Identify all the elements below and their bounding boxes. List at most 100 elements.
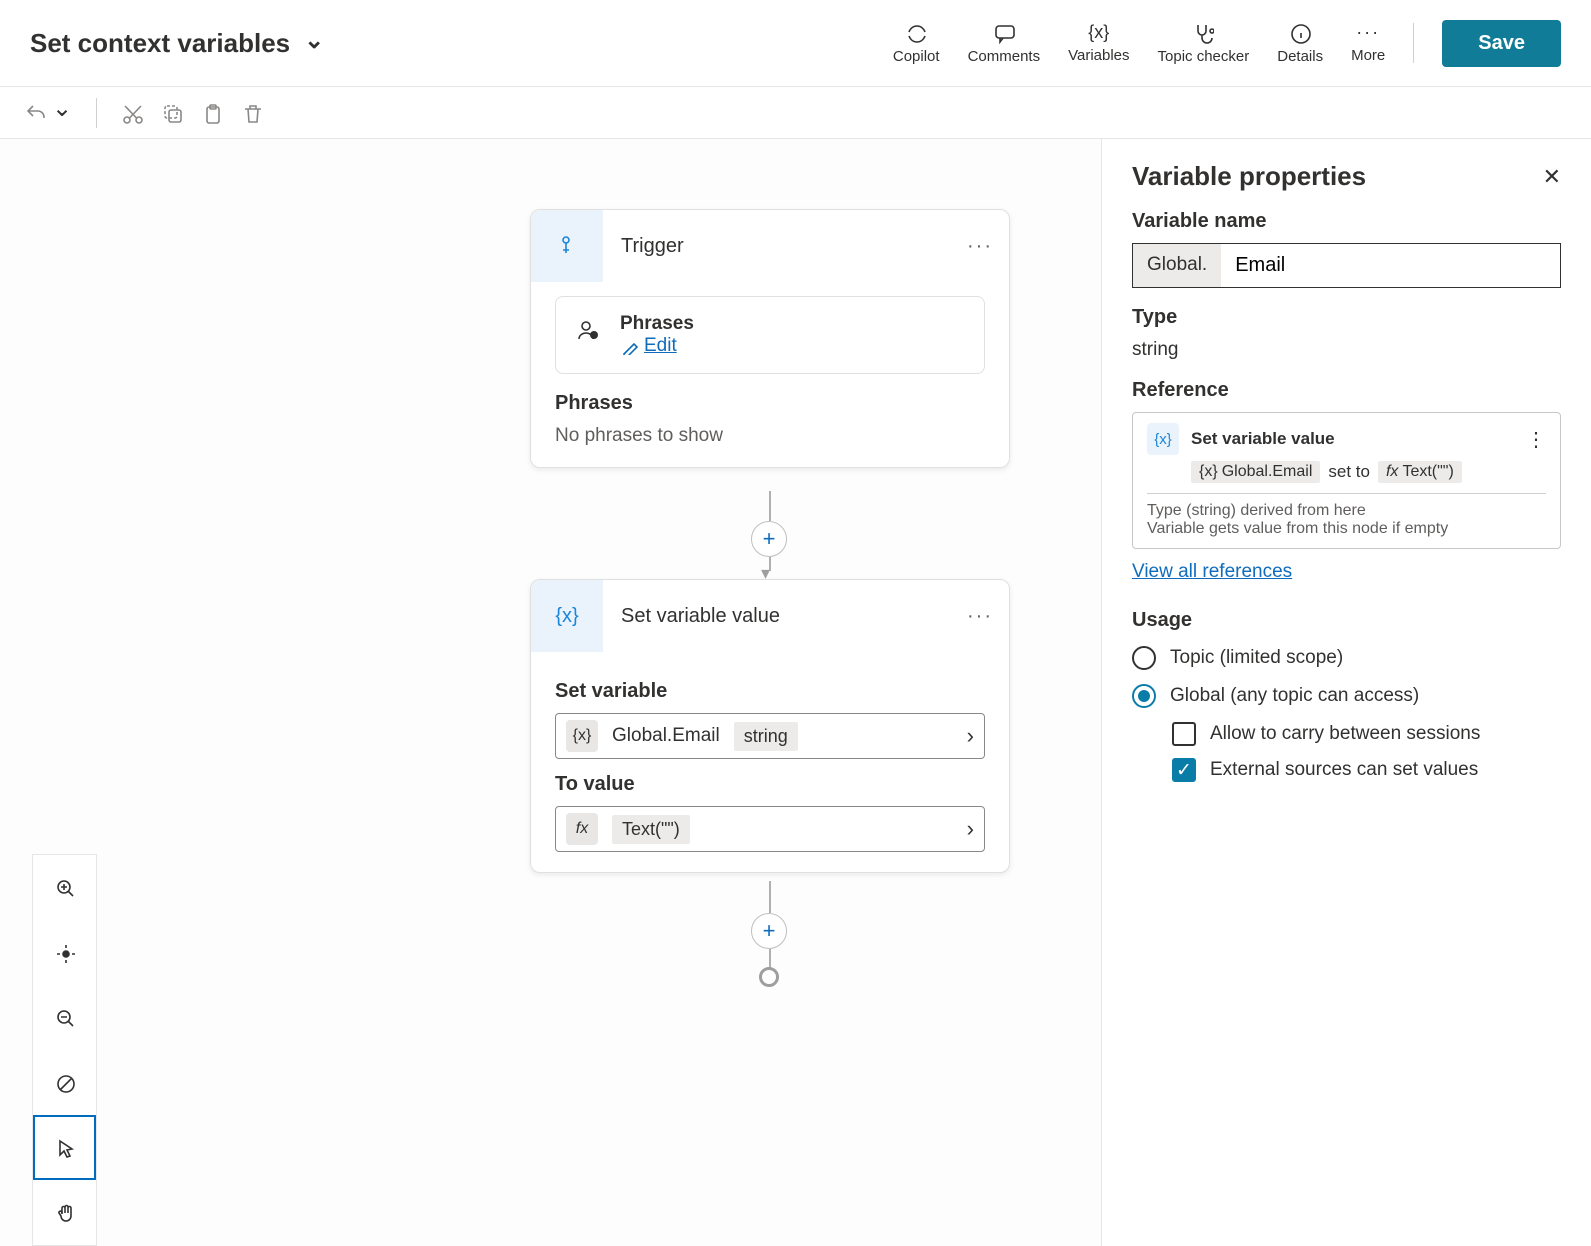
- page-title-group[interactable]: Set context variables: [30, 28, 324, 59]
- phrases-empty: No phrases to show: [555, 425, 985, 447]
- trigger-more-icon[interactable]: ···: [967, 235, 993, 258]
- variable-picker[interactable]: {x} Global.Email string ›: [555, 713, 985, 759]
- save-button[interactable]: Save: [1442, 20, 1561, 67]
- checkbox-unchecked-icon: [1172, 722, 1196, 746]
- radio-unchecked-icon: [1132, 646, 1156, 670]
- comment-icon: [993, 22, 1015, 44]
- ref-title: Set variable value: [1191, 429, 1335, 449]
- add-node-button[interactable]: +: [751, 913, 787, 949]
- phrases-card: Phrases Edit: [555, 296, 985, 374]
- to-value-label: To value: [555, 773, 985, 796]
- type-value: string: [1132, 339, 1561, 361]
- header-toolbar: Copilot Comments {x} Variables Topic che…: [893, 20, 1561, 67]
- setvar-more-icon[interactable]: ···: [967, 605, 993, 628]
- ref-foot-1: Type (string) derived from here: [1147, 502, 1546, 520]
- chevron-down-icon[interactable]: [304, 28, 324, 59]
- ref-footer: Type (string) derived from here Variable…: [1147, 493, 1546, 538]
- variable-icon: {x}: [531, 580, 603, 652]
- delete-icon[interactable]: [241, 102, 263, 124]
- pencil-icon: [620, 337, 638, 355]
- panel-title: Variable properties: [1132, 161, 1366, 192]
- ref-setto: set to: [1328, 462, 1370, 482]
- topic-checker-label: Topic checker: [1158, 48, 1250, 65]
- ref-more-icon[interactable]: ⋮: [1526, 427, 1546, 452]
- usage-topic-radio[interactable]: Topic (limited scope): [1132, 646, 1561, 670]
- cut-icon[interactable]: [121, 102, 143, 124]
- variables-icon: {x}: [1088, 22, 1109, 43]
- usage-global-label: Global (any topic can access): [1170, 685, 1419, 707]
- reference-label: Reference: [1132, 379, 1561, 402]
- close-panel-button[interactable]: ✕: [1543, 164, 1561, 190]
- main-layout: Trigger ··· Phrases Edit Phr: [0, 139, 1591, 1246]
- variable-icon: {x}: [566, 720, 598, 752]
- comments-button[interactable]: Comments: [968, 22, 1041, 65]
- usage-global-radio[interactable]: Global (any topic can access): [1132, 684, 1561, 708]
- copilot-button[interactable]: Copilot: [893, 22, 940, 65]
- canvas[interactable]: Trigger ··· Phrases Edit Phr: [0, 139, 1101, 1246]
- hand-icon: [54, 1202, 76, 1224]
- trigger-title: Trigger: [621, 235, 949, 258]
- add-node-button[interactable]: +: [751, 521, 787, 557]
- type-label: Type: [1132, 306, 1561, 329]
- zoom-out-button[interactable]: [33, 985, 96, 1050]
- details-label: Details: [1277, 48, 1323, 65]
- stethoscope-icon: [1192, 22, 1214, 44]
- chevron-down-icon[interactable]: [52, 98, 72, 127]
- trigger-body: Phrases Edit Phrases No phrases to show: [531, 282, 1009, 467]
- variable-name-label: Variable name: [1132, 210, 1561, 233]
- more-icon: ···: [1356, 22, 1380, 43]
- external-sources-label: External sources can set values: [1210, 759, 1478, 781]
- edit-label: Edit: [644, 335, 677, 357]
- reference-card[interactable]: {x} Set variable value ⋮ {x}Global.Email…: [1132, 412, 1561, 549]
- zoom-in-button[interactable]: [33, 855, 96, 920]
- copy-icon[interactable]: [161, 102, 183, 124]
- chevron-right-icon[interactable]: ›: [967, 816, 974, 842]
- ref-line: {x}Global.Email set to fxText(""): [1191, 461, 1546, 483]
- details-button[interactable]: Details: [1277, 22, 1323, 65]
- pan-tool-button[interactable]: [33, 1180, 96, 1245]
- variable-icon: {x}: [1147, 423, 1179, 455]
- connector: [769, 491, 771, 521]
- chevron-right-icon[interactable]: ›: [967, 723, 974, 749]
- zoom-in-icon: [54, 877, 76, 899]
- usage-topic-label: Topic (limited scope): [1170, 647, 1343, 669]
- variable-type-tag: string: [734, 722, 798, 751]
- cursor-icon: [54, 1137, 76, 1159]
- target-icon: [54, 942, 76, 964]
- person-icon: [576, 319, 602, 352]
- edit-toolbar: [0, 87, 1591, 139]
- fit-view-button[interactable]: [33, 920, 96, 985]
- comments-label: Comments: [968, 48, 1041, 65]
- external-sources-checkbox[interactable]: ✓ External sources can set values: [1172, 758, 1561, 782]
- paste-icon[interactable]: [201, 102, 223, 124]
- edit-phrases-link[interactable]: Edit: [620, 335, 694, 357]
- zoom-toolbar: [32, 854, 97, 1246]
- checkbox-checked-icon: ✓: [1172, 758, 1196, 782]
- more-button[interactable]: ··· More: [1351, 22, 1385, 64]
- name-field[interactable]: [1221, 244, 1560, 287]
- variable-name-input[interactable]: Global.: [1132, 243, 1561, 288]
- ref-expr-chip: fxText(""): [1378, 461, 1462, 483]
- trigger-icon: [531, 210, 603, 282]
- value-picker[interactable]: fx Text("") ›: [555, 806, 985, 852]
- topic-checker-button[interactable]: Topic checker: [1158, 22, 1250, 65]
- expr-value: Text(""): [612, 815, 690, 844]
- trigger-node[interactable]: Trigger ··· Phrases Edit Phr: [530, 209, 1010, 468]
- setvar-body: Set variable {x} Global.Email string › T…: [531, 652, 1009, 872]
- more-label: More: [1351, 47, 1385, 64]
- carry-sessions-checkbox[interactable]: Allow to carry between sessions: [1172, 722, 1561, 746]
- flow-end-icon: [759, 967, 779, 987]
- connector: [769, 881, 771, 913]
- radio-checked-icon: [1132, 684, 1156, 708]
- set-variable-node[interactable]: {x} Set variable value ··· Set variable …: [530, 579, 1010, 873]
- variables-button[interactable]: {x} Variables: [1068, 22, 1129, 64]
- select-tool-button[interactable]: [33, 1115, 96, 1180]
- variable-properties-panel: Variable properties ✕ Variable name Glob…: [1101, 139, 1591, 1246]
- reset-button[interactable]: [33, 1050, 96, 1115]
- page-title: Set context variables: [30, 28, 290, 59]
- view-all-references-link[interactable]: View all references: [1132, 561, 1292, 582]
- info-icon: [1289, 22, 1311, 44]
- undo-split-button[interactable]: [24, 98, 72, 127]
- phrases-label: Phrases: [620, 313, 694, 335]
- phrases-section-title: Phrases: [555, 392, 985, 415]
